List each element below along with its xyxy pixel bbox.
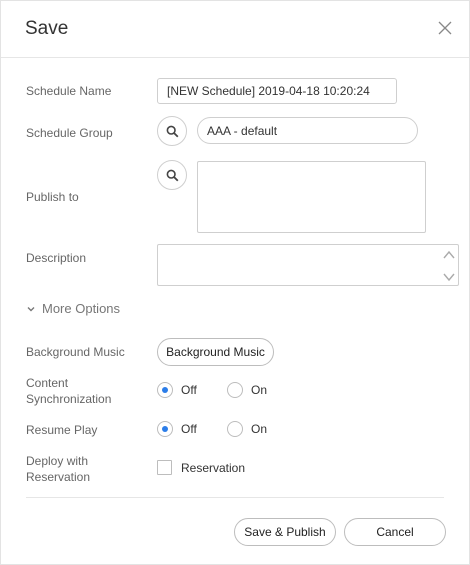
background-music-button[interactable]: Background Music xyxy=(157,338,274,366)
description-textarea[interactable] xyxy=(157,244,459,286)
save-publish-button[interactable]: Save & Publish xyxy=(234,518,336,546)
content-sync-off-option[interactable]: Off xyxy=(157,382,197,398)
scrollbar-arrows-icon[interactable] xyxy=(442,247,456,285)
content-sync-off-label: Off xyxy=(181,383,197,397)
schedule-name-label: Schedule Name xyxy=(26,84,112,98)
publish-to-search-button[interactable] xyxy=(157,160,187,190)
content-sync-label-line1: Content xyxy=(26,376,69,390)
content-sync-on-label: On xyxy=(251,383,268,397)
schedule-group-field[interactable]: AAA - default xyxy=(197,117,418,144)
reservation-checkbox-label[interactable]: Reservation xyxy=(181,461,245,475)
publish-to-field[interactable] xyxy=(197,161,426,233)
more-options-toggle[interactable]: More Options xyxy=(26,301,120,316)
resume-play-off-label: Off xyxy=(181,422,197,436)
resume-play-on-option[interactable]: On xyxy=(227,421,267,437)
reservation-checkbox[interactable] xyxy=(157,460,172,475)
resume-play-off-radio[interactable] xyxy=(157,421,173,437)
content-sync-on-radio[interactable] xyxy=(227,382,243,398)
more-options-label: More Options xyxy=(42,301,121,316)
dialog-header: Save xyxy=(1,1,469,58)
resume-play-label: Resume Play xyxy=(26,423,98,437)
schedule-group-search-button[interactable] xyxy=(157,116,187,146)
resume-play-on-label: On xyxy=(251,422,268,436)
content-sync-off-radio[interactable] xyxy=(157,382,173,398)
chevron-down-icon xyxy=(27,306,35,311)
schedule-name-input[interactable]: [NEW Schedule] 2019-04-18 10:20:24 xyxy=(157,78,397,104)
schedule-group-label: Schedule Group xyxy=(26,126,113,140)
search-icon xyxy=(166,125,178,137)
close-icon[interactable] xyxy=(437,20,453,36)
dialog-title: Save xyxy=(25,18,69,39)
content-sync-on-option[interactable]: On xyxy=(227,382,267,398)
schedule-name-value: [NEW Schedule] 2019-04-18 10:20:24 xyxy=(167,84,370,98)
footer-divider xyxy=(26,497,444,498)
schedule-group-value: AAA - default xyxy=(207,123,278,138)
background-music-label: Background Music xyxy=(26,345,125,359)
content-sync-label-line2: Synchronization xyxy=(26,392,112,406)
resume-play-off-option[interactable]: Off xyxy=(157,421,197,437)
resume-play-on-radio[interactable] xyxy=(227,421,243,437)
cancel-button[interactable]: Cancel xyxy=(344,518,446,546)
deploy-label: Deploy with Reservation xyxy=(26,453,90,485)
content-sync-label: Content Synchronization xyxy=(26,375,111,407)
save-dialog: Save Schedule Name [NEW Schedule] 2019-0… xyxy=(0,0,470,565)
deploy-label-line2: Reservation xyxy=(26,470,91,484)
search-icon xyxy=(166,169,178,181)
publish-to-label: Publish to xyxy=(26,190,79,204)
description-label: Description xyxy=(26,251,87,265)
deploy-label-line1: Deploy with xyxy=(26,454,89,468)
